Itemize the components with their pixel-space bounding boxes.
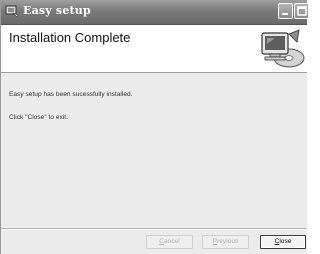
close-button[interactable]: Close (260, 235, 306, 249)
header-panel: Installation Complete (1, 25, 307, 73)
maximize-icon (297, 6, 307, 16)
maximize-button[interactable] (294, 3, 309, 19)
minimize-icon (282, 13, 288, 15)
footer-separator (1, 228, 307, 230)
minimize-button[interactable] (278, 3, 293, 19)
title-bar[interactable]: Easy setup (1, 0, 309, 25)
window-title: Easy setup (23, 4, 91, 17)
setup-window: Easy setup Installation Complete Easy se… (0, 0, 309, 254)
exit-instruction: Click "Close" to exit. (9, 114, 68, 121)
page-title: Installation Complete (9, 30, 131, 45)
previous-button[interactable]: Previous (202, 235, 249, 249)
cancel-button[interactable]: Cancel (146, 235, 193, 249)
setup-app-icon (5, 5, 19, 18)
computer-installation-icon (261, 29, 305, 68)
installed-message: Easy setup has been sucessfully installe… (9, 91, 133, 98)
